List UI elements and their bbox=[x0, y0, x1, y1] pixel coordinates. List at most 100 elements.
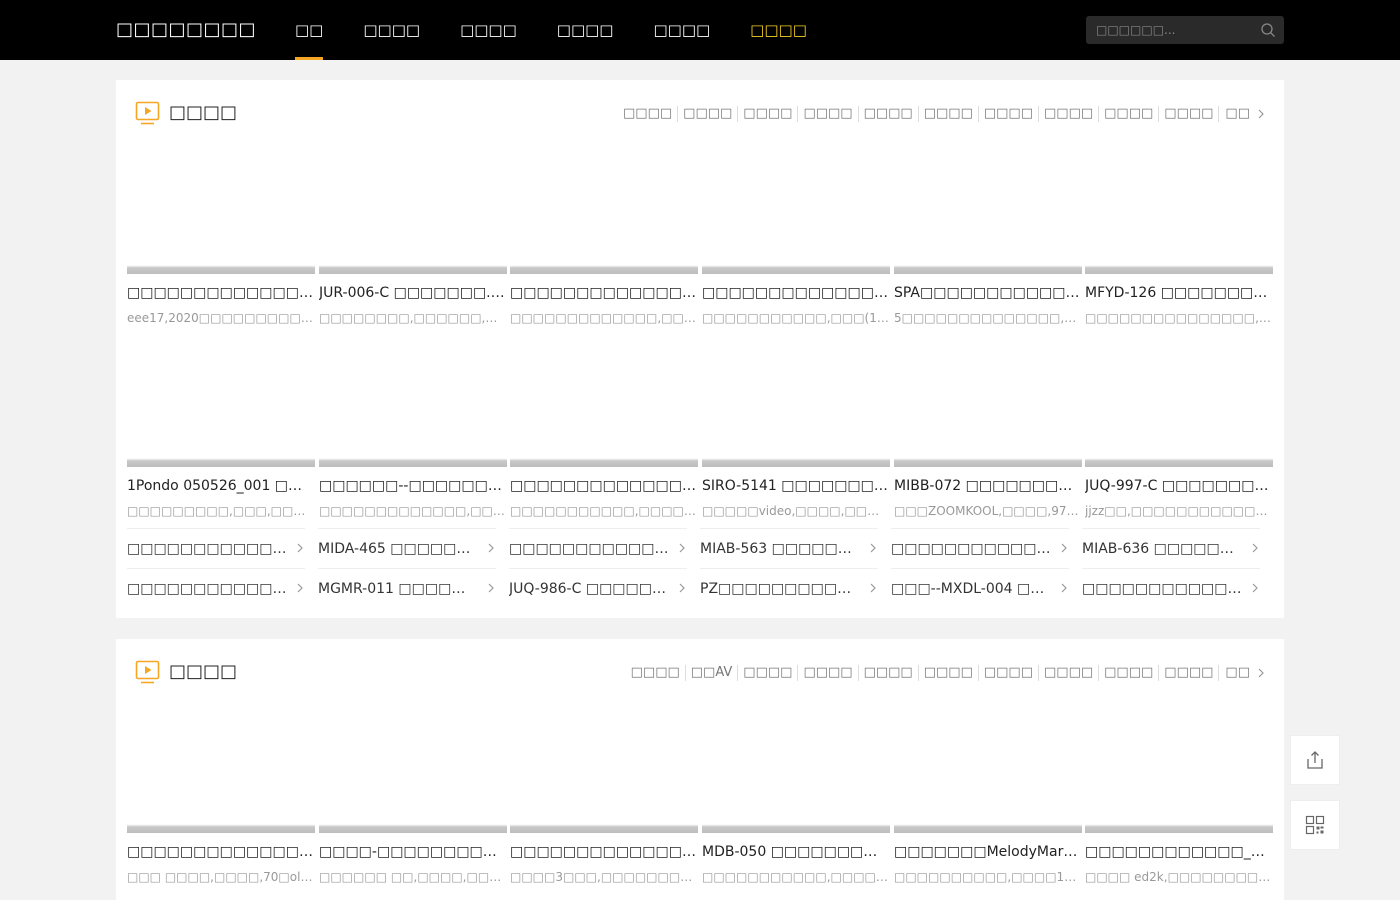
video-title[interactable]: SIRO-5141 □□□□□□□□□□□□□□□□ bbox=[702, 476, 890, 496]
category-link[interactable]: □□□□ bbox=[1158, 665, 1218, 681]
chevron-right-icon bbox=[679, 543, 685, 553]
category-link[interactable]: □□□□ bbox=[797, 106, 857, 122]
category-link[interactable]: □□AV bbox=[684, 665, 738, 681]
top-navbar: □□□□□□□□ □□ □□□□ □□□□ □□□□ □□□□ □□□□ bbox=[0, 0, 1400, 60]
text-link[interactable]: JUQ-986-C □□□□□□□□□□□□□ bbox=[509, 568, 687, 608]
video-title[interactable]: JUR-006-C □□□□□□□...□□□□□□□ bbox=[319, 283, 507, 303]
video-tags: □□□□□□□□□□□□□,□□□□□,□□□□□□□□,□□□ bbox=[319, 504, 507, 518]
chevron-right-icon bbox=[1061, 543, 1067, 553]
video-title[interactable]: □□□□-□□□□□□□□□□-□□-□□-□□□□ bbox=[319, 842, 507, 862]
video-title[interactable]: □□□□□□□□□□□□_□□_□□_□_□□□ bbox=[1085, 842, 1273, 862]
category-link[interactable]: □□□□ bbox=[737, 665, 797, 681]
video-section-1: □□□□ □□□□ □□□□ □□□□ □□□□ □□□□ □□□□ □□□□ … bbox=[116, 80, 1284, 618]
text-link[interactable]: □□□□□□□□□□□□□□□□□□□□□□□□□□ bbox=[509, 528, 687, 568]
category-link[interactable]: □□□□ bbox=[737, 106, 797, 122]
category-link[interactable]: □□□□ bbox=[1158, 106, 1218, 122]
text-link[interactable]: MIAB-636 □□□□□□□□□□□□□□ bbox=[1082, 528, 1260, 568]
category-link[interactable]: □□□□ bbox=[1098, 665, 1158, 681]
text-link-label: □□□□□□□□□□□□□□□□□□□□□□□□ bbox=[1082, 581, 1242, 597]
video-title[interactable]: 1Pondo 050526_001 □□□□□□□ bbox=[127, 476, 315, 496]
text-link[interactable]: □□□□□□□□□□□□□□□□□□□□□□□□ bbox=[1082, 568, 1260, 608]
video-title[interactable]: MFYD-126 □□□□□□□□□□□...□□□□ bbox=[1085, 283, 1273, 303]
search-icon[interactable] bbox=[1260, 22, 1276, 38]
text-link[interactable]: □□□□□□□□□□□□□□,□□□□□□ bbox=[891, 528, 1069, 568]
video-title[interactable]: MIBB-072 □□□□□□□□□□□□□□□□□□ bbox=[894, 476, 1082, 496]
chevron-right-icon bbox=[870, 583, 876, 593]
video-thumbnail[interactable] bbox=[702, 343, 890, 467]
video-tags: □□□□□□□□,□□□□□□,□□□□□□□□□app□□ bbox=[319, 311, 507, 325]
text-link[interactable]: □□□□□□□□□□□P□□□□□□□□□□ bbox=[127, 568, 305, 608]
video-thumbnail[interactable] bbox=[510, 150, 698, 274]
video-title[interactable]: SPA□□□□□□□□□□□□□□□□□□□□□□□□□ bbox=[894, 283, 1082, 303]
video-thumbnail[interactable] bbox=[127, 343, 315, 467]
qrcode-icon bbox=[1305, 815, 1325, 835]
video-thumbnail[interactable] bbox=[319, 709, 507, 833]
nav-item-2[interactable]: □□□□ bbox=[363, 0, 420, 60]
search-input[interactable] bbox=[1086, 16, 1256, 44]
category-link[interactable]: □□□□ bbox=[857, 106, 918, 122]
video-tags: □□□□□□□□□□□□□□□,□□□□□□□□□□□□□,□□□ bbox=[1085, 311, 1273, 325]
category-link[interactable]: □□□□ bbox=[977, 106, 1038, 122]
site-logo[interactable]: □□□□□□□□ bbox=[116, 18, 256, 42]
more-link[interactable]: □□ bbox=[1218, 665, 1264, 681]
category-link[interactable]: □□□□ bbox=[1098, 106, 1158, 122]
video-thumbnail[interactable] bbox=[702, 709, 890, 833]
video-card: □□□□□□--□□□□□□□□□□□□□□□□□ □□□□□□□□□□□□□,… bbox=[319, 343, 507, 533]
video-thumbnail[interactable] bbox=[1085, 343, 1273, 467]
video-title[interactable]: □□□□□□--□□□□□□□□□□□□□□□□□ bbox=[319, 476, 507, 496]
category-link[interactable]: □□□□ bbox=[797, 665, 857, 681]
video-title[interactable]: □□□□□□□MelodyMarks□□□□□ bbox=[894, 842, 1082, 862]
category-link[interactable]: □□□□ bbox=[917, 106, 978, 122]
chevron-right-icon bbox=[679, 583, 685, 593]
nav-item-home[interactable]: □□ bbox=[295, 0, 324, 60]
video-title[interactable]: □□□□□□□□□□□□□□□□□□□□□□□_□□□□ bbox=[510, 283, 698, 303]
text-link-label: MIDA-465 □□□□□□□□□□□□□□□ bbox=[318, 541, 478, 557]
video-title[interactable]: MDB-050 □□□□□□□□□□□□□□□□□□ bbox=[702, 842, 890, 862]
category-link[interactable]: □□□□ bbox=[677, 106, 737, 122]
video-thumbnail[interactable] bbox=[319, 150, 507, 274]
text-link[interactable]: MIAB-563 □□□□□□202□□□□□ bbox=[700, 528, 878, 568]
more-label: □□ bbox=[1225, 665, 1250, 680]
share-button[interactable] bbox=[1290, 735, 1340, 785]
category-link[interactable]: □□□□ bbox=[1038, 106, 1098, 122]
video-tags: □□□□□□□□□□,□□□□111231,□□□□□ bbox=[894, 870, 1082, 884]
nav-item-5[interactable]: □□□□ bbox=[653, 0, 710, 60]
text-link[interactable]: MIDA-465 □□□□□□□□□□□□□□□ bbox=[318, 528, 496, 568]
video-title[interactable]: JUQ-997-C □□□□□□□□□□□□□□□□ bbox=[1085, 476, 1273, 496]
text-link[interactable]: □□□--MXDL-004 □□□□□□□□ bbox=[891, 568, 1069, 608]
category-link[interactable]: □□□□ bbox=[857, 665, 918, 681]
video-card: □□□□□□□□□□□□□□□□□□ABP-933 □□□□□□□□□□□,□□… bbox=[702, 150, 890, 340]
video-thumbnail[interactable] bbox=[319, 343, 507, 467]
video-thumbnail[interactable] bbox=[894, 343, 1082, 467]
text-link[interactable]: MGMR-011 □□□□□□□□□□□□□□ bbox=[318, 568, 496, 608]
text-link-label: □□□--MXDL-004 □□□□□□□□ bbox=[891, 581, 1051, 597]
video-thumbnail[interactable] bbox=[510, 709, 698, 833]
category-link[interactable]: □□□□ bbox=[618, 106, 677, 122]
video-thumbnail[interactable] bbox=[127, 150, 315, 274]
video-thumbnail[interactable] bbox=[127, 709, 315, 833]
nav-item-highlight[interactable]: □□□□ bbox=[750, 0, 807, 60]
category-link[interactable]: □□□□ bbox=[917, 665, 978, 681]
video-title[interactable]: □□□□□□□□□□□□□□□□□□□□□□□□□□□□□□ bbox=[127, 283, 315, 303]
video-title[interactable]: □□□□□□□□□□□□□□□□□□ABP-933 bbox=[702, 283, 890, 303]
video-title[interactable]: □□□□□□□□□□□□□□□□□□□□□□□□□□□□ bbox=[510, 842, 698, 862]
category-link[interactable]: □□□□ bbox=[626, 665, 685, 681]
category-link[interactable]: □□□□ bbox=[977, 665, 1038, 681]
text-link[interactable]: PZ□□□□□□□□□□□□□□□□□□□□ bbox=[700, 568, 878, 608]
category-link[interactable]: □□□□ bbox=[1038, 665, 1098, 681]
nav-item-4[interactable]: □□□□ bbox=[557, 0, 614, 60]
qrcode-button[interactable] bbox=[1290, 800, 1340, 850]
category-links: □□□□ □□□□ □□□□ □□□□ □□□□ □□□□ □□□□ □□□□ … bbox=[618, 106, 1264, 122]
more-link[interactable]: □□ bbox=[1218, 106, 1264, 122]
video-thumbnail[interactable] bbox=[702, 150, 890, 274]
video-thumbnail[interactable] bbox=[894, 150, 1082, 274]
nav-item-3[interactable]: □□□□ bbox=[460, 0, 517, 60]
video-title[interactable]: □□□□□□□□□□□□□□□□□□□□□□□□□□ bbox=[510, 476, 698, 496]
video-thumbnail[interactable] bbox=[510, 343, 698, 467]
text-link[interactable]: □□□□□□□□□□□□□□ALDN-□□□□ bbox=[127, 528, 305, 568]
tv-icon bbox=[135, 660, 160, 684]
video-title[interactable]: □□□□□□□□□□□□□□□□□□□□□□□□□□□□□□□ bbox=[127, 842, 315, 862]
video-thumbnail[interactable] bbox=[1085, 709, 1273, 833]
video-thumbnail[interactable] bbox=[1085, 150, 1273, 274]
video-thumbnail[interactable] bbox=[894, 709, 1082, 833]
